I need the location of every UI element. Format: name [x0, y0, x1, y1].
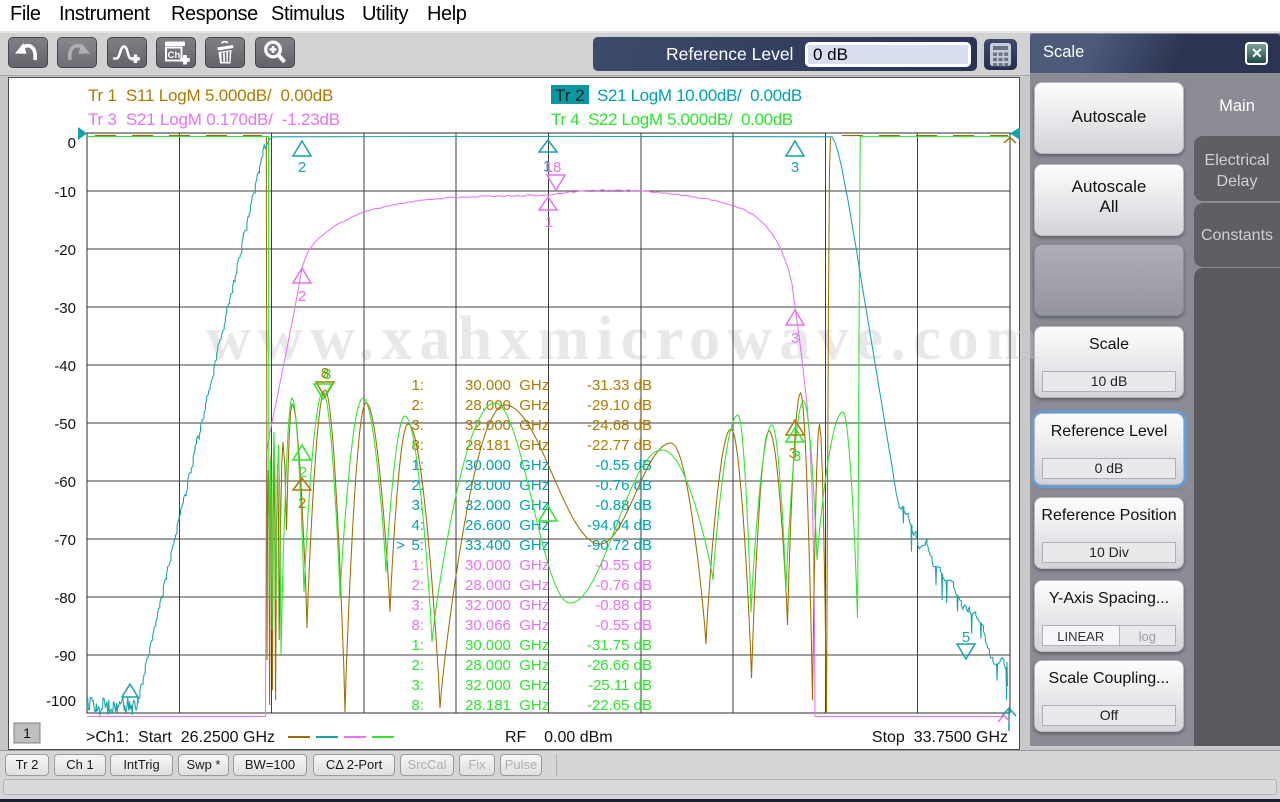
svg-text:1:: 1: — [411, 377, 424, 394]
svg-text:30.066 GHz: 30.066 GHz — [465, 617, 549, 634]
svg-text:32.000 GHz: 32.000 GHz — [465, 417, 549, 434]
svg-text:33.400 GHz: 33.400 GHz — [465, 537, 549, 554]
svg-text:32.000 GHz: 32.000 GHz — [465, 677, 549, 694]
svg-text:2:: 2: — [411, 657, 424, 674]
svg-text:2: 2 — [298, 288, 306, 305]
svg-text:-26.66 dB: -26.66 dB — [587, 657, 652, 674]
svg-text:-100: -100 — [46, 693, 76, 710]
svg-text:-31.75 dB: -31.75 dB — [587, 637, 652, 654]
svg-text:0: 0 — [68, 135, 76, 152]
svg-text:-22.65 dB: -22.65 dB — [587, 697, 652, 714]
svg-text:-25.11 dB: -25.11 dB — [588, 677, 652, 694]
svg-text:28.000 GHz: 28.000 GHz — [465, 657, 549, 674]
svg-text:Tr 1 S11 LogM 5.000dB/ 0.00d: Tr 1 S11 LogM 5.000dB/ 0.00dB — [88, 86, 333, 105]
svg-text:1:: 1: — [411, 637, 424, 654]
svg-text:32.000 GHz: 32.000 GHz — [465, 597, 549, 614]
svg-text:S21 LogM 10.00dB/ 0.00dB: S21 LogM 10.00dB/ 0.00dB — [597, 86, 802, 105]
svg-text:3: 3 — [793, 448, 801, 465]
svg-text:Stop 33.7500 GHz: Stop 33.7500 GHz — [872, 729, 1008, 746]
svg-text:>Ch1: Start 26.2500 GHz: >Ch1: Start 26.2500 GHz — [86, 729, 275, 746]
svg-text:3: 3 — [791, 330, 799, 347]
svg-text:-10: -10 — [54, 184, 76, 201]
svg-text:Ch: Ch — [168, 50, 181, 61]
svg-text:4:: 4: — [411, 517, 424, 534]
svg-text:3:: 3: — [411, 597, 424, 614]
svg-text:Tr 4 S22 LogM 5.000dB/ 0.00d: Tr 4 S22 LogM 5.000dB/ 0.00dB — [551, 110, 793, 129]
svg-text:2:: 2: — [411, 397, 424, 414]
svg-text:2:: 2: — [411, 577, 424, 594]
svg-text:>: > — [396, 537, 405, 554]
svg-text:-0.55 dB: -0.55 dB — [595, 557, 652, 574]
svg-text:-24.68 dB: -24.68 dB — [587, 417, 652, 434]
svg-text:-20: -20 — [54, 242, 76, 259]
svg-text:30.000 GHz: 30.000 GHz — [465, 637, 549, 654]
svg-text:-90: -90 — [54, 648, 76, 665]
svg-text:-31.33 dB: -31.33 dB — [587, 377, 652, 394]
svg-text:RF 0.00 dBm: RF 0.00 dBm — [505, 729, 613, 746]
svg-text:Tr 3 S21 LogM 0.170dB/ -1.23: Tr 3 S21 LogM 0.170dB/ -1.23dB — [88, 110, 340, 129]
svg-text:-0.55 dB: -0.55 dB — [595, 617, 652, 634]
svg-text:30.000 GHz: 30.000 GHz — [465, 377, 549, 394]
svg-text:-40: -40 — [54, 358, 76, 375]
svg-text:1:: 1: — [411, 557, 424, 574]
svg-text:2: 2 — [299, 464, 307, 481]
svg-text:1: 1 — [545, 214, 553, 231]
svg-text:-22.77 dB: -22.77 dB — [587, 437, 652, 454]
svg-text:-0.76 dB: -0.76 dB — [595, 577, 652, 594]
svg-text:5:: 5: — [411, 537, 424, 554]
svg-text:-0.88 dB: -0.88 dB — [595, 597, 652, 614]
svg-text:2: 2 — [298, 159, 306, 176]
svg-text:-29.10 dB: -29.10 dB — [587, 397, 652, 414]
svg-text:2: 2 — [298, 495, 306, 512]
svg-text:28.000 GHz: 28.000 GHz — [465, 577, 549, 594]
svg-text:3:: 3: — [411, 677, 424, 694]
svg-text:30.000 GHz: 30.000 GHz — [465, 557, 549, 574]
svg-text:32.000 GHz: 32.000 GHz — [465, 497, 549, 514]
svg-text:-60: -60 — [54, 474, 76, 491]
svg-text:-0.76 dB: -0.76 dB — [595, 477, 652, 494]
svg-text:Tr 2: Tr 2 — [555, 86, 585, 105]
svg-text:8:: 8: — [411, 697, 424, 714]
svg-text:-50: -50 — [54, 416, 76, 433]
svg-text:8: 8 — [321, 365, 329, 382]
svg-text:18: 18 — [545, 159, 562, 176]
svg-text:28.181 GHz: 28.181 GHz — [465, 697, 549, 714]
svg-text:-90.72 dB: -90.72 dB — [587, 537, 652, 554]
svg-text:-30: -30 — [54, 300, 76, 317]
svg-text:-70: -70 — [54, 532, 76, 549]
svg-text:1: 1 — [23, 725, 31, 741]
svg-text:8:: 8: — [411, 617, 424, 634]
svg-text:3: 3 — [791, 159, 799, 176]
svg-text:28.000 GHz: 28.000 GHz — [465, 477, 549, 494]
svg-text:-80: -80 — [54, 590, 76, 607]
